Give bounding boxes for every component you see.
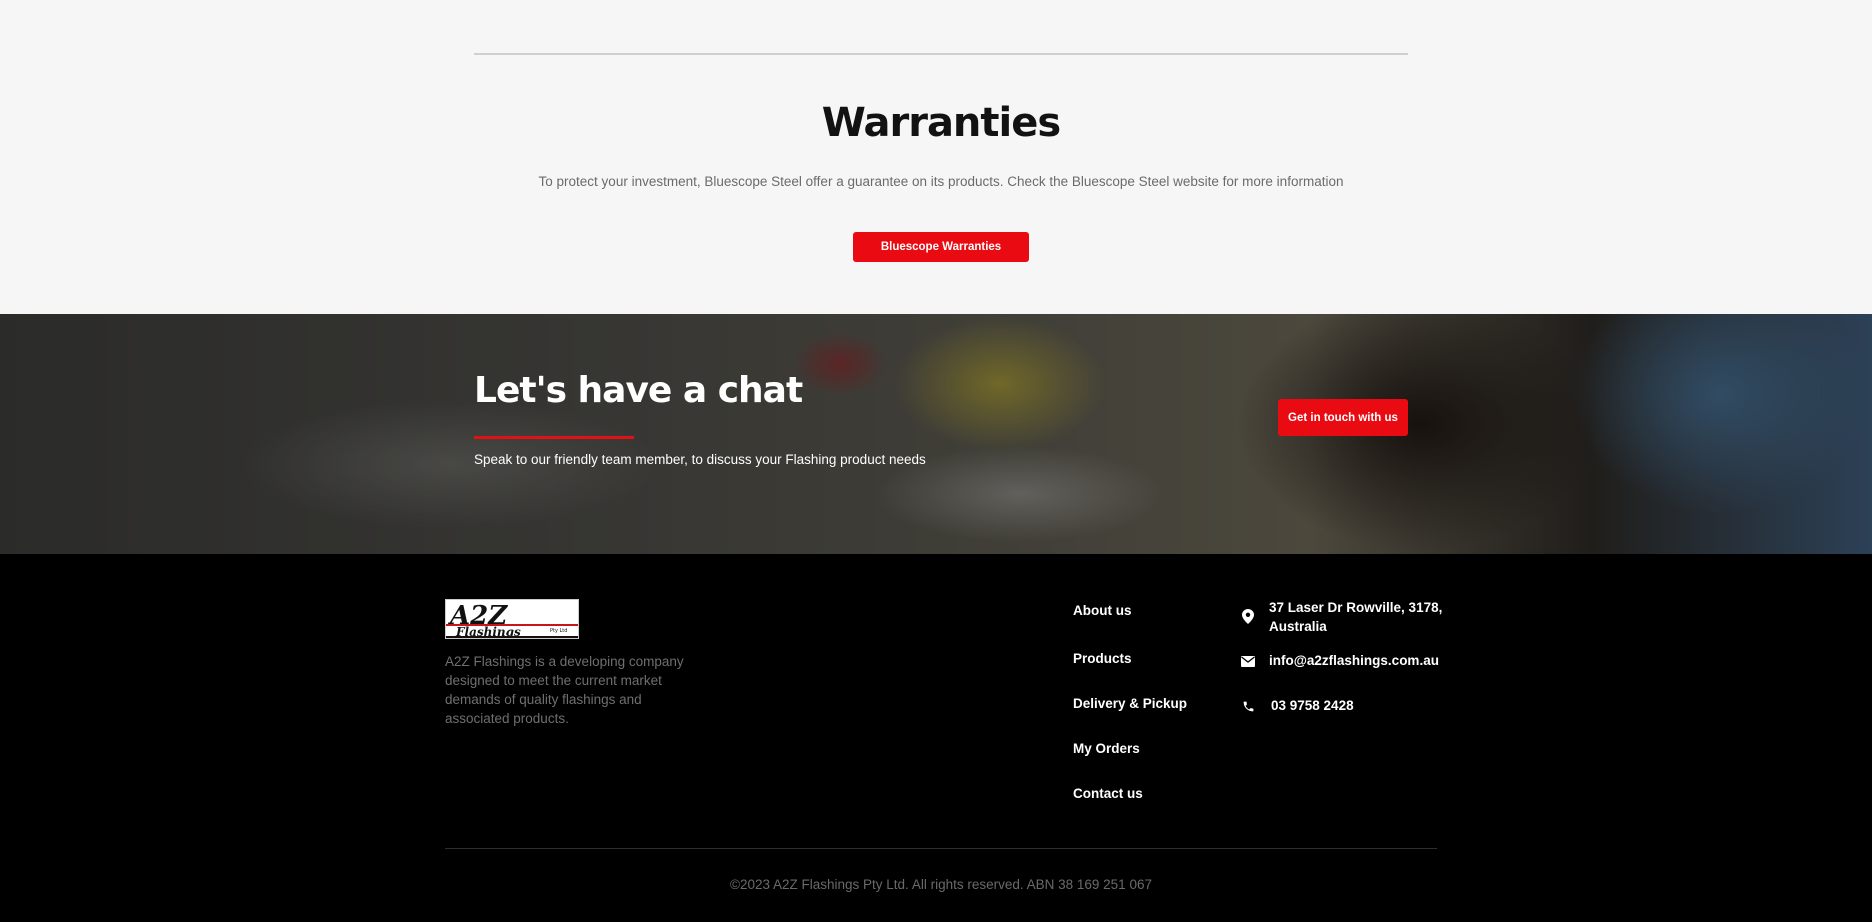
- company-description: A2Z Flashings is a developing company de…: [445, 654, 684, 726]
- title-underline: [474, 436, 634, 439]
- footer-divider: [445, 848, 1437, 849]
- phone-link[interactable]: 03 9758 2428: [1271, 696, 1354, 715]
- contact-address: 37 Laser Dr Rowville, 3178, Australia: [1238, 598, 1442, 636]
- footer-link-my-orders[interactable]: My Orders: [1073, 741, 1140, 756]
- email-link[interactable]: info@a2zflashings.com.au: [1269, 651, 1439, 670]
- contact-phone: 03 9758 2428: [1238, 696, 1354, 716]
- envelope-icon: [1238, 651, 1258, 671]
- bluescope-warranties-button[interactable]: Bluescope Warranties: [853, 232, 1029, 262]
- footer-link-products[interactable]: Products: [1073, 651, 1132, 666]
- location-pin-icon: [1238, 606, 1258, 626]
- get-in-touch-button[interactable]: Get in touch with us: [1278, 399, 1408, 436]
- svg-text:Flashings: Flashings: [455, 625, 521, 639]
- banner-background-image: [0, 314, 1872, 554]
- phone-icon: [1238, 696, 1258, 716]
- a2z-logo[interactable]: A2Z Flashings Pty Ltd: [445, 599, 579, 639]
- warranties-description: To protect your investment, Bluescope St…: [538, 174, 1344, 189]
- footer: A2Z Flashings Pty Ltd A2Z Flashings is a…: [0, 554, 1872, 922]
- address-text: 37 Laser Dr Rowville, 3178, Australia: [1269, 600, 1443, 634]
- divider: [474, 53, 1408, 55]
- svg-text:Pty Ltd: Pty Ltd: [550, 628, 567, 634]
- footer-link-delivery-pickup[interactable]: Delivery & Pickup: [1073, 696, 1187, 711]
- copyright-text: ©2023 A2Z Flashings Pty Ltd. All rights …: [730, 877, 1152, 892]
- footer-link-contact-us[interactable]: Contact us: [1073, 786, 1143, 801]
- warranties-section: Warranties To protect your investment, B…: [0, 0, 1872, 314]
- chat-title: Let's have a chat: [474, 370, 803, 411]
- chat-subtitle: Speak to our friendly team member, to di…: [474, 452, 926, 467]
- warranties-title: Warranties: [821, 100, 1061, 146]
- chat-banner: Let's have a chat Speak to our friendly …: [0, 314, 1872, 554]
- contact-email: info@a2zflashings.com.au: [1238, 651, 1439, 671]
- footer-link-about-us[interactable]: About us: [1073, 603, 1132, 618]
